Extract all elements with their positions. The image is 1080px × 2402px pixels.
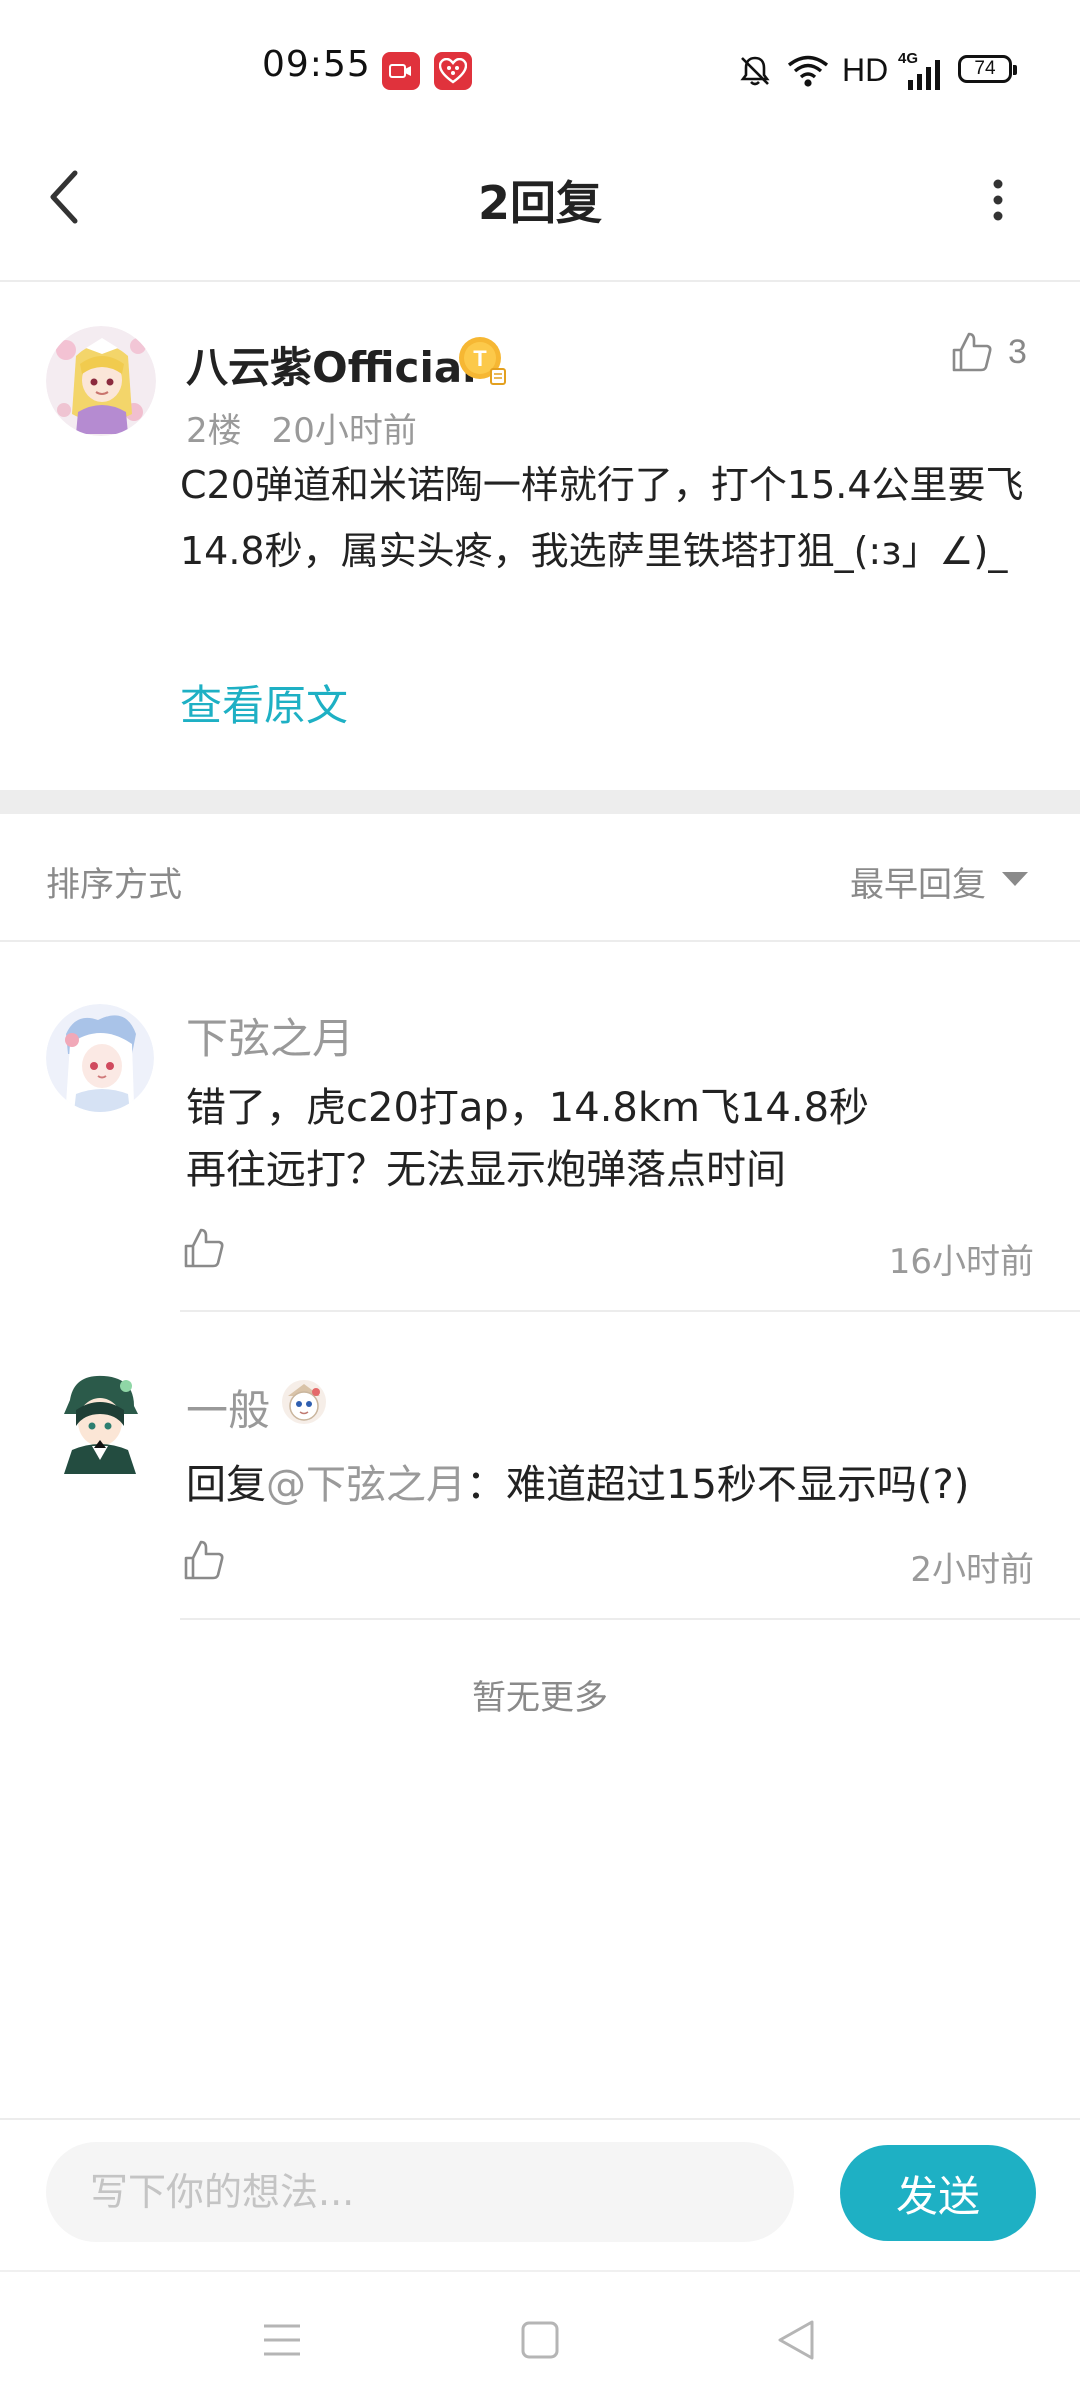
wifi-icon bbox=[786, 54, 830, 92]
more-options-button[interactable] bbox=[978, 172, 1018, 228]
author-name[interactable]: 八云紫Official bbox=[186, 334, 477, 395]
sort-divider bbox=[0, 940, 1080, 942]
square-icon bbox=[521, 2321, 559, 2359]
sort-label: 排序方式 bbox=[46, 865, 182, 905]
thumbs-up-icon bbox=[184, 1228, 224, 1268]
post-time: 20小时前 bbox=[271, 411, 417, 451]
send-button[interactable]: 发送 bbox=[840, 2145, 1036, 2241]
battery-icon: 74 bbox=[958, 55, 1017, 83]
reply-text: ：难道超过15秒不显示吗(?) bbox=[466, 1462, 970, 1508]
signal-icon: 4G bbox=[898, 50, 944, 90]
reply-prefix: 回复 bbox=[186, 1462, 266, 1508]
back-nav-button[interactable] bbox=[756, 2300, 836, 2380]
reply-author[interactable]: 下弦之月 bbox=[186, 1005, 354, 1066]
video-record-icon bbox=[382, 52, 420, 90]
mute-icon bbox=[738, 54, 772, 92]
reply-text-line: 回复@下弦之月：难道超过15秒不显示吗(?) bbox=[186, 1454, 969, 1516]
reply-like-button[interactable] bbox=[182, 1226, 226, 1274]
network-label: HD bbox=[842, 52, 889, 88]
user-emblem-icon bbox=[280, 1378, 328, 1426]
chevron-down-icon[interactable] bbox=[1002, 872, 1028, 886]
comment-input[interactable] bbox=[46, 2142, 794, 2242]
more-vertical-icon bbox=[993, 179, 1003, 221]
reply-author[interactable]: 一般 bbox=[186, 1377, 270, 1438]
app-notification-icon bbox=[434, 52, 472, 90]
no-more-label: 暂无更多 bbox=[472, 1678, 608, 1718]
reply-avatar[interactable] bbox=[48, 1370, 152, 1480]
badge-letter: T bbox=[473, 346, 487, 371]
reply-time: 2小时前 bbox=[910, 1550, 1034, 1590]
reply-time: 16小时前 bbox=[888, 1242, 1034, 1282]
reply-like-button[interactable] bbox=[182, 1538, 226, 1586]
author-avatar[interactable] bbox=[46, 326, 156, 436]
post-body: C20弹道和米诺陶一样就行了，打个15.4公里要飞14.8秒，属实头疼，我选萨里… bbox=[180, 463, 1024, 573]
status-time: 09:55 bbox=[262, 44, 371, 85]
reply-text-line: 错了，虎c20打ap，14.8km飞14.8秒 bbox=[186, 1085, 870, 1131]
menu-icon bbox=[264, 2324, 300, 2356]
sort-dropdown[interactable]: 最早回复 bbox=[850, 857, 986, 906]
thumbs-up-icon bbox=[952, 332, 992, 372]
home-button[interactable] bbox=[500, 2300, 580, 2380]
level-badge-icon: T bbox=[458, 336, 506, 385]
reply-avatar[interactable] bbox=[46, 1004, 154, 1112]
composer-divider bbox=[0, 2118, 1080, 2120]
view-original-link[interactable]: 查看原文 bbox=[180, 672, 348, 733]
post-like-count: 3 bbox=[1008, 332, 1027, 371]
thumbs-up-icon bbox=[184, 1540, 224, 1580]
header-divider bbox=[0, 280, 1080, 282]
recent-apps-button[interactable] bbox=[242, 2300, 322, 2380]
post-meta: 2楼 20小时前 bbox=[186, 403, 417, 452]
reply-divider bbox=[180, 1310, 1080, 1312]
post-like-button[interactable]: 3 bbox=[950, 330, 1027, 374]
mention-link[interactable]: @下弦之月 bbox=[266, 1462, 466, 1508]
reply-text-line: 再往远打？无法显示炮弹落点时间 bbox=[186, 1147, 786, 1193]
page-title: 2回复 bbox=[477, 176, 602, 230]
section-separator bbox=[0, 790, 1080, 814]
floor-number: 2楼 bbox=[186, 411, 242, 451]
reply-divider bbox=[180, 1618, 1080, 1620]
triangle-back-icon bbox=[778, 2320, 814, 2360]
